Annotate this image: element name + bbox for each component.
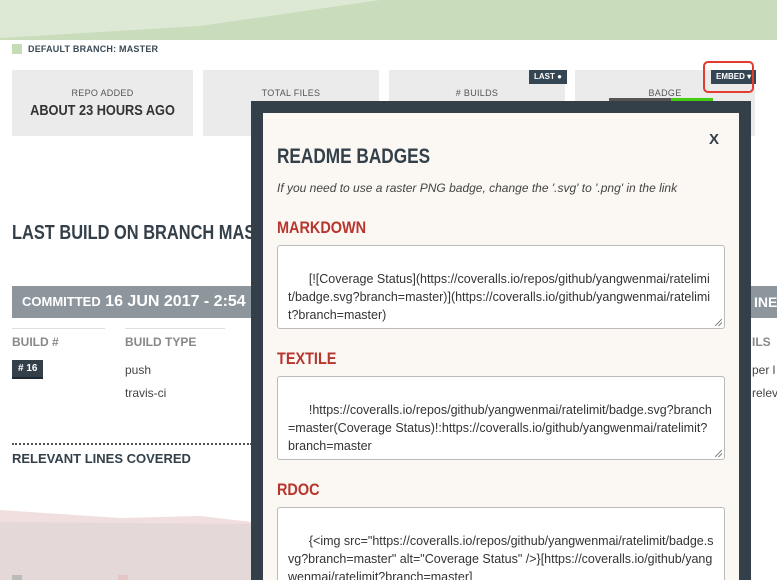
committed-date: 16 JUN 2017 - 2:54	[105, 293, 246, 310]
divider	[125, 328, 225, 329]
stat-label: TOTAL FILES	[261, 88, 321, 98]
textile-code: !https://coveralls.io/repos/github/yangw…	[288, 403, 712, 453]
textile-code-textarea[interactable]: !https://coveralls.io/repos/github/yangw…	[277, 376, 725, 460]
rdoc-code-textarea[interactable]: {<img src="https://coveralls.io/repos/gi…	[277, 507, 725, 580]
modal-subtitle: If you need to use a raster PNG badge, c…	[277, 181, 678, 195]
committed-label: COMMITTED	[22, 294, 101, 309]
section-title-rdoc: RDOC	[277, 480, 320, 499]
right-bar-text: INE	[754, 294, 777, 310]
build-number-link[interactable]: # 16	[12, 360, 44, 379]
relevant-lines-title: RELEVANT LINES COVERED	[12, 451, 191, 466]
modal-title: README BADGES	[277, 145, 431, 168]
last-label: LAST	[534, 72, 555, 81]
resize-handle-icon[interactable]	[715, 450, 722, 457]
right-section-bar: INE	[750, 286, 777, 318]
column-build-type: BUILD TYPE	[125, 335, 197, 349]
close-button[interactable]: X	[709, 131, 719, 148]
coverage-chart-top	[0, 0, 777, 40]
stat-value: ABOUT 23 HOURS AGO	[30, 102, 175, 119]
embed-highlight-outline	[703, 61, 754, 93]
right-column-head: ILS	[752, 335, 771, 349]
dotted-divider	[12, 443, 252, 445]
resize-handle-icon[interactable]	[715, 319, 722, 326]
right-fragment-line1: per l	[752, 363, 776, 377]
last-build-button[interactable]: LAST ●	[529, 70, 567, 84]
build-service-value: travis-ci	[125, 386, 167, 400]
section-title-markdown: MARKDOWN	[277, 218, 367, 237]
markdown-code: [![Coverage Status](https://coveralls.io…	[288, 272, 711, 322]
branch-color-swatch	[12, 44, 22, 54]
committed-bar: COMMITTED 16 JUN 2017 - 2:54	[12, 286, 252, 318]
coverage-area-shape	[0, 0, 777, 40]
last-build-title: LAST BUILD ON BRANCH MAST	[12, 222, 266, 244]
arrow-right-circle-icon: ●	[557, 72, 562, 81]
stat-label: REPO ADDED	[71, 88, 134, 98]
stat-label: # BUILDS	[455, 88, 499, 98]
build-type-value: push	[125, 363, 152, 377]
column-build-number: BUILD #	[12, 335, 59, 349]
modal-content: X README BADGES If you need to use a ras…	[263, 113, 739, 580]
section-title-textile: TEXTILE	[277, 349, 337, 368]
divider	[12, 328, 105, 329]
default-branch: DEFAULT BRANCH: MASTER	[12, 44, 158, 54]
stat-repo-added: REPO ADDED ABOUT 23 HOURS AGO	[12, 70, 193, 136]
default-branch-label: DEFAULT BRANCH: MASTER	[28, 44, 159, 54]
right-fragment-line2: relev	[752, 386, 777, 400]
readme-badges-modal: X README BADGES If you need to use a ras…	[251, 101, 751, 580]
markdown-code-textarea[interactable]: [![Coverage Status](https://coveralls.io…	[277, 245, 725, 329]
rdoc-code: {<img src="https://coveralls.io/repos/gi…	[288, 534, 714, 580]
